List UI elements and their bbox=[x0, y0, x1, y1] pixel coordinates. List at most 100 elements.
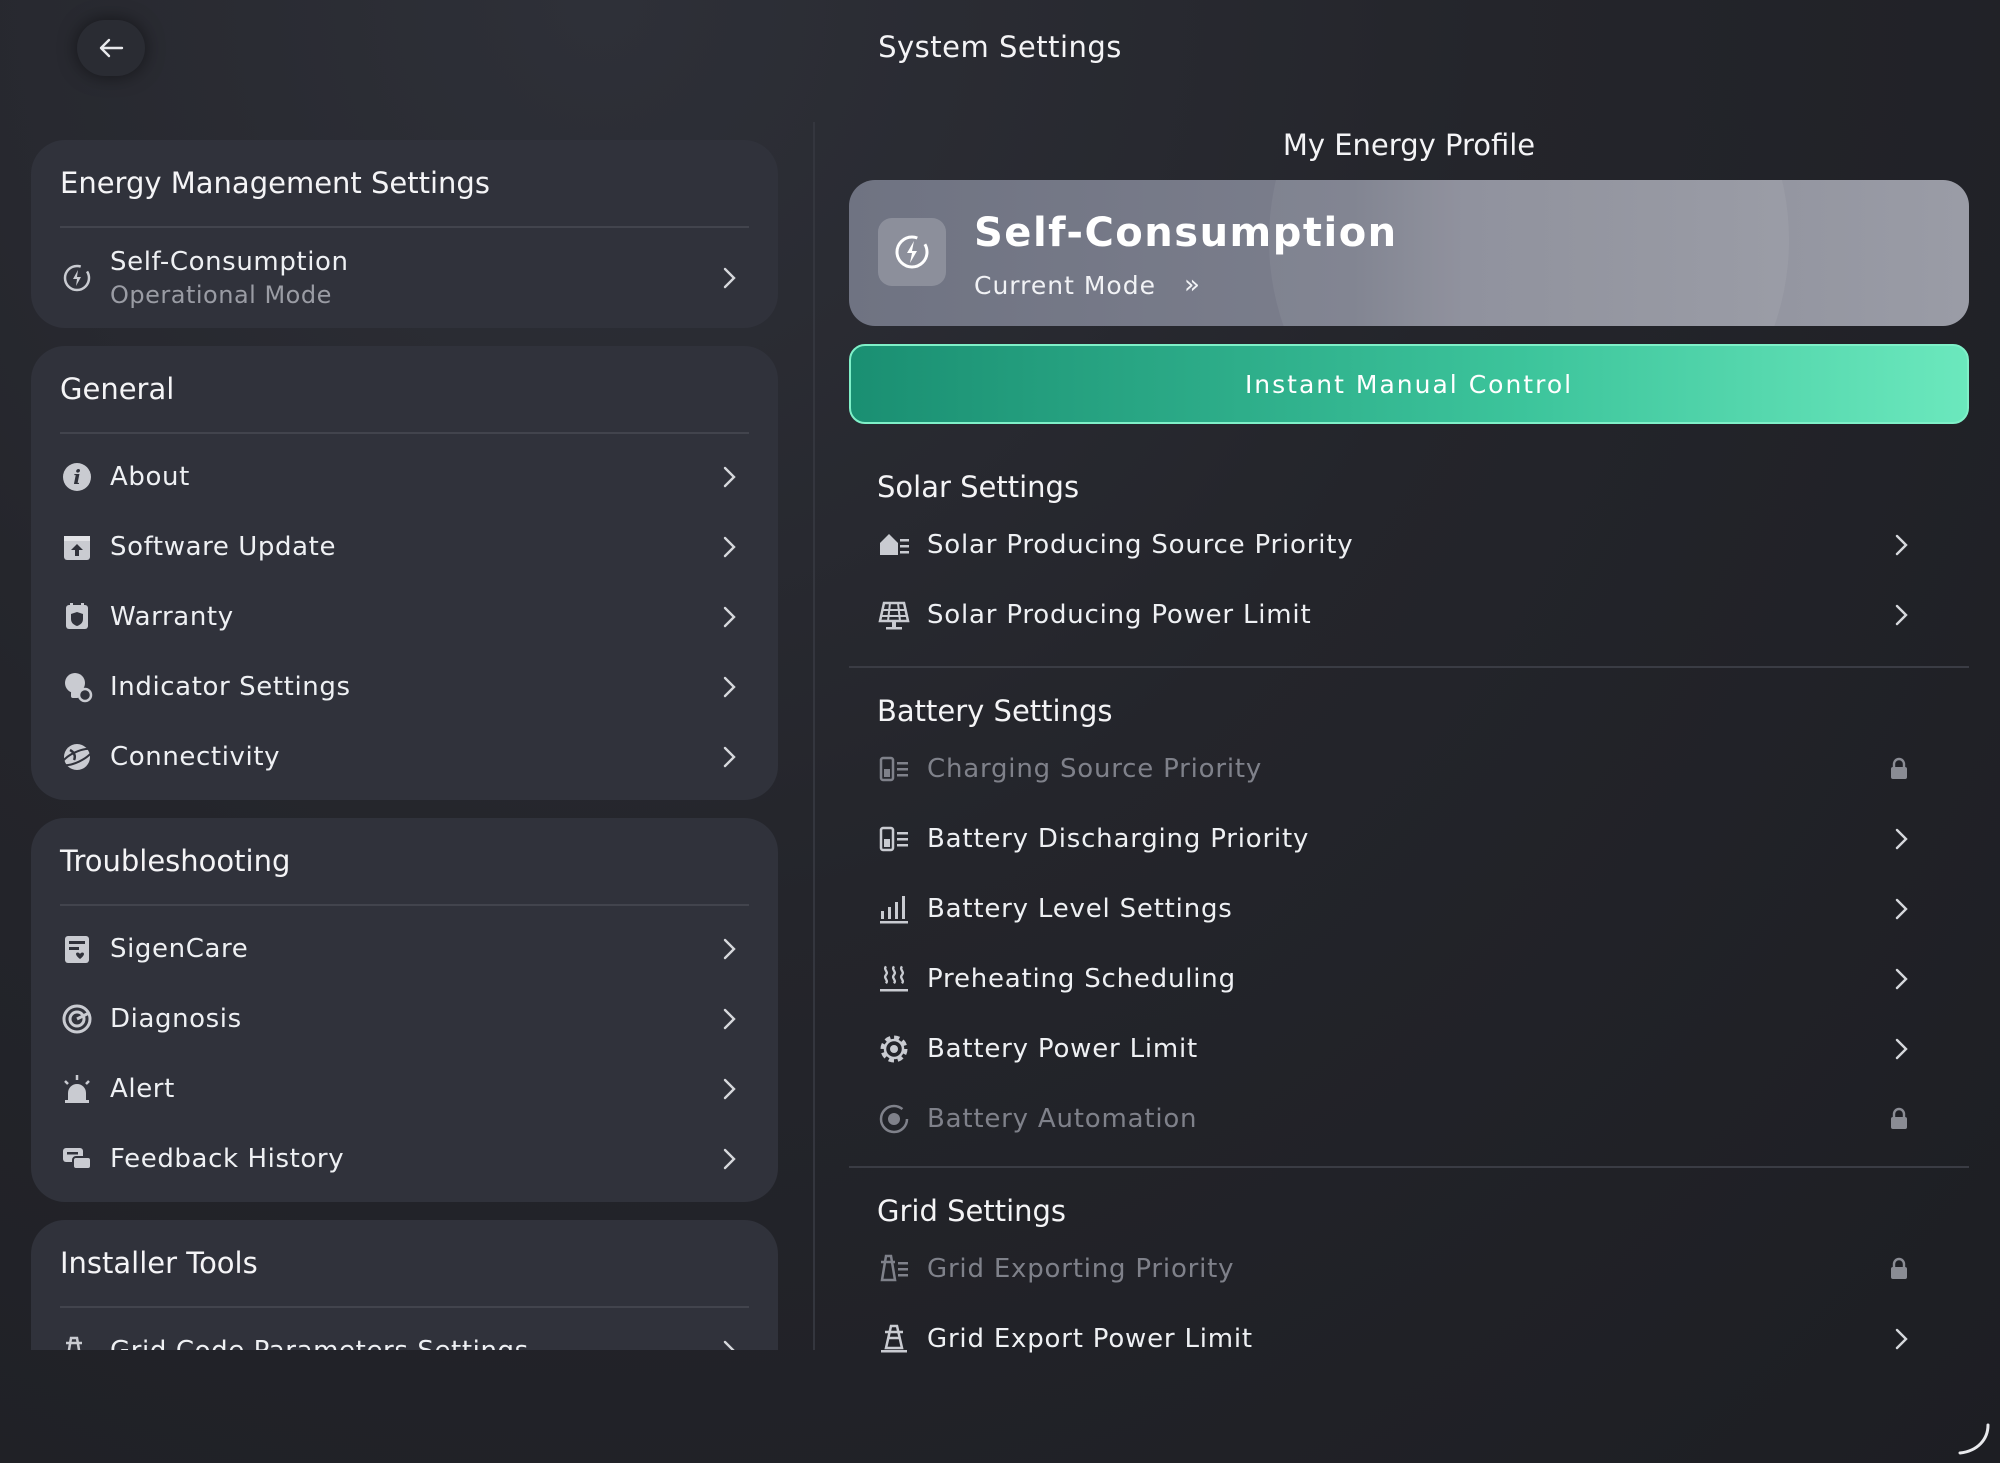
lock-icon bbox=[1891, 1257, 1907, 1279]
diagnosis-icon bbox=[60, 1002, 94, 1036]
charging-source-priority-item[interactable]: Charging Source Priority bbox=[877, 734, 1941, 804]
preheating-scheduling-item[interactable]: Preheating Scheduling bbox=[877, 944, 1941, 1014]
chevron-right-icon bbox=[723, 676, 736, 698]
troubleshooting-item-label: Alert bbox=[110, 1074, 175, 1104]
chevron-right-icon bbox=[723, 746, 736, 768]
chevron-right-icon bbox=[723, 267, 736, 289]
general-item-connectivity[interactable]: Connectivity bbox=[60, 722, 749, 792]
troubleshooting-item-sigencare[interactable]: SigenCare bbox=[60, 914, 749, 984]
troubleshooting-item-feedback-history[interactable]: Feedback History bbox=[60, 1124, 749, 1194]
chevron-right-icon bbox=[1895, 1038, 1908, 1060]
troubleshooting-item-alert[interactable]: Alert bbox=[60, 1054, 749, 1124]
house-list-icon bbox=[877, 528, 911, 562]
general-item-warranty[interactable]: Warranty bbox=[60, 582, 749, 652]
current-mode-card[interactable]: Self-Consumption Current Mode » bbox=[849, 180, 1969, 326]
troubleshooting-item-diagnosis[interactable]: Diagnosis bbox=[60, 984, 749, 1054]
tower-icon bbox=[877, 1322, 911, 1356]
chevron-right-icon bbox=[1895, 1328, 1908, 1350]
instant-manual-control-button[interactable]: Instant Manual Control bbox=[849, 344, 1969, 424]
info-icon: i bbox=[60, 460, 94, 494]
section-title: Grid Settings bbox=[877, 1194, 1067, 1228]
chevron-right-icon bbox=[723, 1008, 736, 1030]
chat-icon bbox=[60, 1142, 94, 1176]
bulb-gear-icon bbox=[60, 670, 94, 704]
chevron-right-icon bbox=[723, 466, 736, 488]
general-item-software-update[interactable]: Software Update bbox=[60, 512, 749, 582]
current-mode-sub: Current Mode » bbox=[974, 270, 1201, 300]
general-card: General i About Software Update Warranty… bbox=[31, 346, 778, 800]
installer-tools-card: Installer Tools Grid Code Parameters Set… bbox=[31, 1220, 778, 1350]
solar-power-limit-item[interactable]: Solar Producing Power Limit bbox=[877, 580, 1941, 650]
chevron-right-icon bbox=[723, 1148, 736, 1170]
card-title: Installer Tools bbox=[60, 1220, 749, 1308]
chevron-right-icon bbox=[1895, 604, 1908, 626]
battery-level-settings-item[interactable]: Battery Level Settings bbox=[877, 874, 1941, 944]
solar-panel-icon bbox=[877, 598, 911, 632]
chevron-right-icon bbox=[723, 536, 736, 558]
setting-label: Solar Producing Power Limit bbox=[927, 600, 1312, 630]
installer-item-grid-code[interactable]: Grid Code Parameters Settings bbox=[60, 1316, 749, 1350]
card-title: Troubleshooting bbox=[60, 818, 749, 906]
chevron-right-icon bbox=[1895, 534, 1908, 556]
operational-mode-sub: Operational Mode bbox=[110, 281, 332, 309]
general-item-label: Software Update bbox=[110, 532, 337, 562]
chevron-right-icon bbox=[1895, 968, 1908, 990]
column-divider bbox=[813, 122, 815, 1350]
top-bar: System Settings bbox=[0, 0, 2000, 100]
general-item-about[interactable]: i About bbox=[60, 442, 749, 512]
page-title: System Settings bbox=[878, 30, 1122, 64]
operational-mode-item[interactable]: Self-Consumption Operational Mode bbox=[60, 228, 749, 328]
grid-settings-section: Grid Settings Grid Exporting Priority Gr… bbox=[849, 1166, 1969, 1374]
battery-discharging-priority-item[interactable]: Battery Discharging Priority bbox=[877, 804, 1941, 874]
automation-icon bbox=[877, 1102, 911, 1136]
chevron-right-icon bbox=[1895, 898, 1908, 920]
care-icon bbox=[60, 932, 94, 966]
profile-title: My Energy Profile bbox=[1282, 128, 1536, 162]
battery-list-icon bbox=[877, 822, 911, 856]
setting-label: Grid Exporting Priority bbox=[927, 1254, 1235, 1284]
troubleshooting-item-label: Feedback History bbox=[110, 1144, 345, 1174]
chevron-right-icon bbox=[723, 938, 736, 960]
grid-exporting-priority-item[interactable]: Grid Exporting Priority bbox=[877, 1234, 1941, 1304]
card-title: Energy Management Settings bbox=[60, 140, 749, 228]
shield-calendar-icon bbox=[60, 600, 94, 634]
general-item-label: Connectivity bbox=[110, 742, 281, 772]
alarm-icon bbox=[60, 1072, 94, 1106]
battery-settings-section: Battery Settings Charging Source Priorit… bbox=[849, 666, 1969, 1166]
chevron-right-icon bbox=[723, 1078, 736, 1100]
battery-automation-item[interactable]: Battery Automation bbox=[877, 1084, 1941, 1154]
setting-label: Charging Source Priority bbox=[927, 754, 1263, 784]
battery-power-limit-item[interactable]: Battery Power Limit bbox=[877, 1014, 1941, 1084]
svg-text:i: i bbox=[73, 465, 81, 489]
general-item-label: Indicator Settings bbox=[110, 672, 351, 702]
lock-icon bbox=[1891, 1107, 1907, 1129]
tower-gear-icon bbox=[60, 1334, 94, 1350]
current-mode-name: Self-Consumption bbox=[974, 210, 1398, 256]
chevron-right-icon bbox=[723, 1340, 735, 1350]
section-title: Solar Settings bbox=[877, 470, 1080, 504]
right-panel: My Energy Profile Self-Consumption Curre… bbox=[849, 120, 1969, 1354]
lock-icon bbox=[1891, 757, 1907, 779]
setting-label: Battery Automation bbox=[927, 1104, 1198, 1134]
chevron-right-icon bbox=[723, 606, 736, 628]
general-item-indicator-settings[interactable]: Indicator Settings bbox=[60, 652, 749, 722]
general-item-label: Warranty bbox=[110, 602, 234, 632]
troubleshooting-item-label: SigenCare bbox=[110, 934, 249, 964]
current-mode-label: Current Mode bbox=[974, 270, 1156, 300]
troubleshooting-item-label: Diagnosis bbox=[110, 1004, 242, 1034]
solar-source-priority-item[interactable]: Solar Producing Source Priority bbox=[877, 510, 1941, 580]
grid-export-power-limit-item[interactable]: Grid Export Power Limit bbox=[877, 1304, 1941, 1374]
bar-levels-icon bbox=[877, 892, 911, 926]
heat-waves-icon bbox=[877, 962, 911, 996]
left-panel: Energy Management Settings Self-Consumpt… bbox=[31, 140, 778, 1350]
card-title: General bbox=[60, 346, 749, 434]
installer-item-label: Grid Code Parameters Settings bbox=[110, 1336, 529, 1350]
setting-label: Battery Discharging Priority bbox=[927, 824, 1310, 854]
globe-icon bbox=[60, 740, 94, 774]
gear-icon bbox=[877, 1032, 911, 1066]
setting-label: Grid Export Power Limit bbox=[927, 1324, 1253, 1354]
tower-list-icon bbox=[877, 1252, 911, 1286]
section-title: Battery Settings bbox=[877, 694, 1113, 728]
setting-label: Preheating Scheduling bbox=[927, 964, 1236, 994]
battery-list-icon bbox=[877, 752, 911, 786]
